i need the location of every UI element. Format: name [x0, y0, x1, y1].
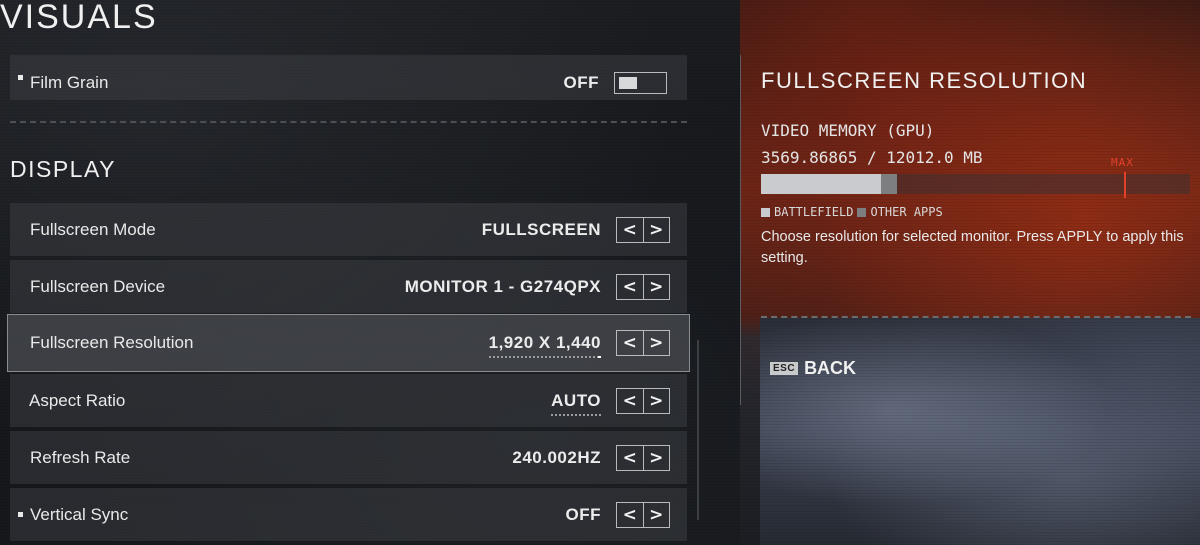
current-option-dot	[598, 356, 601, 358]
section-divider	[10, 121, 687, 123]
video-memory-value: 3569.86865 / 12012.0 MB	[761, 148, 983, 167]
other-apps-usage-fill	[881, 174, 897, 194]
previous-arrow-button[interactable]: <	[617, 446, 643, 470]
next-arrow-button[interactable]: >	[642, 445, 670, 470]
scrollbar[interactable]	[697, 340, 699, 520]
setting-label: Fullscreen Device	[30, 276, 166, 296]
setting-row-fullscreen-device[interactable]: Fullscreen Device MONITOR 1 - G274QPX < …	[10, 260, 687, 313]
legend-other-apps: OTHER APPS	[857, 205, 943, 219]
previous-arrow-button[interactable]: <	[617, 275, 643, 299]
setting-value: OFF	[565, 504, 601, 524]
setting-value-wrapper: 1,920 X 1,440	[488, 333, 601, 358]
setting-description: Choose resolution for selected monitor. …	[761, 229, 1184, 266]
section-title-display: DISPLAY	[10, 156, 116, 182]
film-grain-toggle[interactable]	[614, 71, 667, 94]
battlefield-swatch	[761, 207, 770, 217]
panel-divider	[761, 316, 1191, 318]
value-selector: < >	[616, 444, 670, 471]
max-label: MAX	[1111, 156, 1134, 169]
value-selector: < >	[616, 273, 670, 300]
setting-label: Aspect Ratio	[29, 390, 126, 410]
battlefield-usage-fill	[761, 174, 882, 194]
next-arrow-button[interactable]: >	[642, 331, 670, 355]
video-memory-bar	[761, 172, 1190, 198]
other-apps-swatch	[857, 207, 867, 217]
previous-arrow-button[interactable]: <	[617, 389, 643, 413]
previous-arrow-button[interactable]: <	[617, 331, 643, 355]
next-arrow-button[interactable]: >	[642, 274, 670, 299]
previous-arrow-button[interactable]: <	[617, 218, 643, 242]
value-selector: < >	[616, 387, 670, 414]
esc-key-icon: ESC	[770, 362, 799, 375]
option-position-dots	[488, 356, 601, 358]
next-arrow-button[interactable]: >	[642, 217, 670, 242]
setting-value: FULLSCREEN	[481, 219, 601, 239]
setting-value: 1,920 X 1,440	[488, 333, 601, 352]
setting-label: Refresh Rate	[30, 447, 131, 467]
setting-row-film-grain[interactable]: Film Grain OFF	[10, 55, 687, 100]
setting-row-refresh-rate[interactable]: Refresh Rate 240.002HZ < >	[10, 431, 687, 484]
setting-label: Fullscreen Resolution	[30, 333, 194, 352]
memory-legend: BATTLEFIELD OTHER APPS	[761, 205, 947, 219]
value-selector: < >	[616, 216, 670, 243]
setting-row-fullscreen-resolution[interactable]: Fullscreen Resolution 1,920 X 1,440 < >	[7, 314, 690, 372]
value-selector: < >	[616, 330, 670, 356]
panel-border	[740, 55, 741, 405]
value-selector: < >	[616, 501, 670, 528]
setting-value: OFF	[563, 72, 599, 92]
next-arrow-button[interactable]: >	[642, 388, 670, 413]
setting-row-fullscreen-mode[interactable]: Fullscreen Mode FULLSCREEN < >	[10, 203, 687, 256]
back-button[interactable]: ESC BACK	[770, 358, 856, 379]
setting-label: Film Grain	[30, 72, 109, 92]
video-memory-label: VIDEO MEMORY (GPU)	[761, 121, 935, 140]
option-position-dots	[551, 413, 601, 416]
modified-indicator	[18, 511, 23, 517]
setting-value: AUTO	[551, 390, 601, 410]
legend-label: OTHER APPS	[870, 205, 943, 219]
legend-battlefield: BATTLEFIELD	[761, 205, 853, 219]
max-marker	[1123, 172, 1126, 198]
next-arrow-button[interactable]: >	[642, 502, 670, 527]
setting-row-vertical-sync[interactable]: Vertical Sync OFF < >	[10, 488, 687, 541]
page-title: VISUALS	[0, 0, 158, 36]
modified-indicator	[18, 74, 23, 80]
previous-arrow-button[interactable]: <	[617, 503, 643, 527]
back-label: BACK	[804, 358, 857, 378]
setting-value: MONITOR 1 - G274QPX	[404, 276, 601, 296]
toggle-knob	[619, 76, 637, 89]
legend-label: BATTLEFIELD	[774, 205, 854, 219]
setting-value: 240.002HZ	[512, 447, 601, 467]
setting-row-aspect-ratio[interactable]: Aspect Ratio AUTO < >	[10, 374, 687, 427]
setting-label: Vertical Sync	[30, 504, 129, 524]
setting-label: Fullscreen Mode	[30, 219, 156, 239]
setting-value-wrapper: AUTO	[551, 390, 601, 416]
panel-title: FULLSCREEN RESOLUTION	[761, 68, 1088, 93]
